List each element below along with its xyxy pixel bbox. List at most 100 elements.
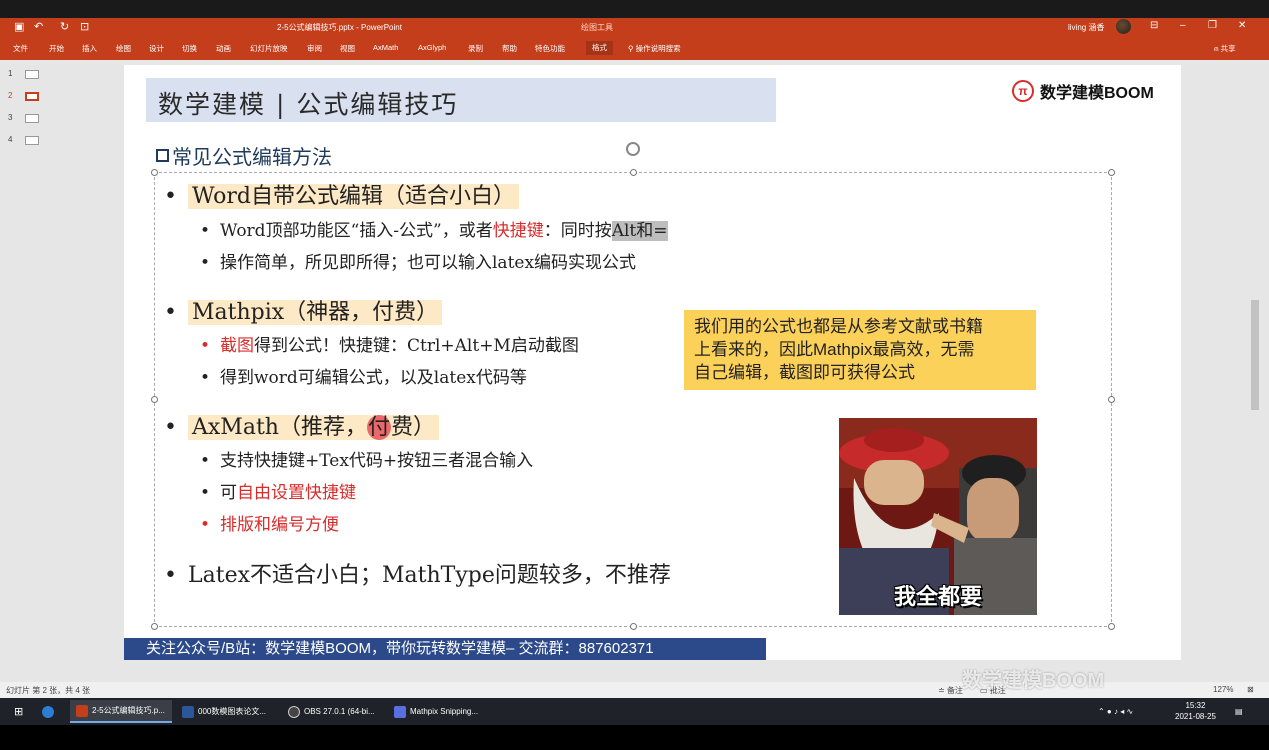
- section-heading[interactable]: 常见公式编辑方法: [156, 141, 332, 170]
- laser-pointer-mark: 付: [366, 415, 391, 440]
- obs-icon: [288, 705, 300, 718]
- sub-bullet: • 得到word可编辑公式，以及latex代码等: [200, 368, 527, 388]
- resize-handle[interactable]: [1108, 396, 1115, 403]
- taskbar-app-label: 000数模图表论文...: [198, 707, 267, 716]
- redo-icon[interactable]: ↻: [60, 20, 69, 33]
- sub-bullet: • 截图得到公式！快捷键：Ctrl+Alt+M启动截图: [200, 336, 579, 356]
- zoom-level[interactable]: 127%: [1213, 685, 1233, 694]
- callout-line: 自己编辑，截图即可获得公式: [694, 363, 915, 382]
- callout-line: 上看来的，因此Mathpix最高效，无需: [694, 340, 975, 359]
- browser-icon[interactable]: [36, 700, 60, 723]
- footer-banner: 关注公众号/B站：数学建模BOOM，带你玩转数学建模– 交流群：88760237…: [124, 638, 766, 660]
- taskbar-app-word[interactable]: 000数模图表论文...: [176, 700, 278, 723]
- sub-bullet-text: 得到公式！快捷键：Ctrl+Alt+M启动截图: [254, 336, 579, 356]
- sub-bullet-text: ：同时按: [543, 221, 612, 241]
- sub-bullet: • 排版和编号方便: [200, 515, 339, 535]
- thumbnail-3[interactable]: 3: [8, 113, 39, 123]
- tell-me-search[interactable]: ⚲ 操作说明搜索: [628, 43, 681, 54]
- tab-3[interactable]: 绘图: [116, 43, 131, 54]
- resize-handle[interactable]: [151, 396, 158, 403]
- thumbnail-number: 1: [8, 69, 13, 78]
- start-icon[interactable]: ⊞: [8, 700, 29, 723]
- slide-title[interactable]: 数学建模 | 公式编辑技巧: [158, 85, 458, 121]
- tab-0[interactable]: 文件: [13, 43, 28, 54]
- save-icon[interactable]: ▣: [14, 20, 24, 33]
- notes-label: 备注: [946, 686, 963, 695]
- ribbon-display-icon[interactable]: ⊟: [1150, 20, 1158, 31]
- tab-7[interactable]: 幻灯片放映: [250, 43, 288, 54]
- notes-button[interactable]: ≐ 备注: [938, 685, 963, 696]
- minimize-icon[interactable]: –: [1180, 20, 1186, 31]
- slide-canvas[interactable]: 数学建模 | 公式编辑技巧 π 数学建模BOOM 常见公式编辑方法 • Word自…: [124, 65, 1181, 660]
- thumbnail-2[interactable]: 2: [8, 91, 39, 101]
- taskbar-app-label: OBS 27.0.1 (64-bi...: [304, 707, 375, 716]
- thumbnail-4[interactable]: 4: [8, 135, 39, 145]
- tab-4[interactable]: 设计: [149, 43, 164, 54]
- notification-icon[interactable]: ▤: [1229, 700, 1249, 723]
- highlight-text: 自由设置快捷键: [237, 483, 356, 503]
- bullet-text: AxMath（推荐，: [192, 415, 367, 440]
- tab-12[interactable]: 录制: [468, 43, 483, 54]
- bullet-text: 费）: [390, 415, 435, 440]
- undo-icon[interactable]: ↶: [34, 20, 43, 33]
- resize-handle[interactable]: [630, 623, 637, 630]
- tab-8[interactable]: 审阅: [307, 43, 322, 54]
- taskbar-app-powerpoint[interactable]: 2-5公式编辑技巧.p...: [70, 700, 172, 723]
- clock-date: 2021-08-25: [1175, 712, 1216, 721]
- system-tray[interactable]: ⌃ ● ♪ ◂ ∿: [1092, 700, 1139, 723]
- selected-text: Alt和=: [611, 221, 668, 241]
- resize-handle[interactable]: [1108, 169, 1115, 176]
- callout-line: 我们用的公式也都是从参考文献或书籍: [694, 317, 983, 336]
- close-icon[interactable]: ✕: [1238, 20, 1246, 31]
- taskbar-app-obs[interactable]: OBS 27.0.1 (64-bi...: [282, 700, 384, 723]
- section-heading-text: 常见公式编辑方法: [172, 147, 332, 169]
- tab-1[interactable]: 开始: [49, 43, 64, 54]
- slide-thumbnails-pane: 1 2 3 4: [0, 60, 56, 682]
- clock[interactable]: 15:32 2021-08-25: [1175, 700, 1216, 722]
- sub-bullet: • 可自由设置快捷键: [200, 483, 356, 503]
- bullet-axmath: • AxMath（推荐，付费）: [164, 409, 439, 441]
- sub-bullet: • 支持快捷键+Tex代码+按钮三者混合输入: [200, 451, 534, 471]
- taskbar-app-label: 2-5公式编辑技巧.p...: [92, 706, 165, 715]
- tab-13[interactable]: 帮助: [502, 43, 517, 54]
- resize-handle[interactable]: [151, 169, 158, 176]
- tab-14[interactable]: 特色功能: [535, 43, 565, 54]
- tab-9[interactable]: 视图: [340, 43, 355, 54]
- tab-10[interactable]: AxMath: [373, 43, 398, 52]
- document-title: 2-5公式编辑技巧.pptx - PowerPoint: [277, 23, 402, 32]
- search-hint-label: 操作说明搜索: [635, 44, 681, 53]
- avatar[interactable]: [1116, 19, 1131, 34]
- bullet-text: Latex不适合小白；MathType问题较多，不推荐: [188, 563, 671, 588]
- resize-handle[interactable]: [151, 623, 158, 630]
- sub-bullet: • Word顶部功能区“插入-公式”，或者快捷键：同时按Alt和=: [200, 221, 668, 241]
- tab-6[interactable]: 动画: [216, 43, 231, 54]
- thumbnail-number: 3: [8, 113, 13, 122]
- pi-logo-icon: π: [1012, 80, 1034, 102]
- fit-slide-icon[interactable]: ⊠: [1247, 685, 1254, 694]
- highlight-text: 排版和编号方便: [220, 515, 339, 535]
- scrollbar-thumb[interactable]: [1251, 300, 1259, 410]
- sub-bullet-text: 操作简单，所见即所得；也可以输入latex编码实现公式: [220, 253, 637, 273]
- thumbnail-number: 2: [8, 91, 13, 100]
- tab-5[interactable]: 切换: [182, 43, 197, 54]
- present-icon[interactable]: ⊡: [80, 20, 89, 33]
- meme-caption: 我全都要: [893, 584, 982, 609]
- bullet-word: • Word自带公式编辑（适合小白）: [164, 178, 519, 210]
- resize-handle[interactable]: [630, 169, 637, 176]
- meme-image[interactable]: 我全都要: [839, 418, 1037, 615]
- user-name[interactable]: living 涵香: [1068, 22, 1104, 33]
- tab-2[interactable]: 插入: [82, 43, 97, 54]
- share-button[interactable]: ⍝ 共享: [1214, 43, 1236, 54]
- taskbar-app-mathpix[interactable]: Mathpix Snipping...: [388, 700, 490, 723]
- checkbox-bullet-icon: [156, 149, 169, 162]
- bullet-text: Mathpix（神器，付费）: [188, 300, 443, 325]
- tab-15[interactable]: 格式: [586, 41, 613, 55]
- tab-11[interactable]: AxGlyph: [418, 43, 446, 52]
- resize-handle[interactable]: [1108, 623, 1115, 630]
- callout-box[interactable]: 我们用的公式也都是从参考文献或书籍 上看来的，因此Mathpix最高效，无需 自…: [684, 310, 1036, 390]
- thumbnail-preview: [25, 136, 39, 145]
- thumbnail-1[interactable]: 1: [8, 69, 39, 79]
- rotate-handle-icon[interactable]: [626, 142, 640, 156]
- restore-icon[interactable]: ❐: [1208, 20, 1217, 31]
- sub-bullet-text: Word顶部功能区“插入-公式”，或者: [220, 221, 493, 241]
